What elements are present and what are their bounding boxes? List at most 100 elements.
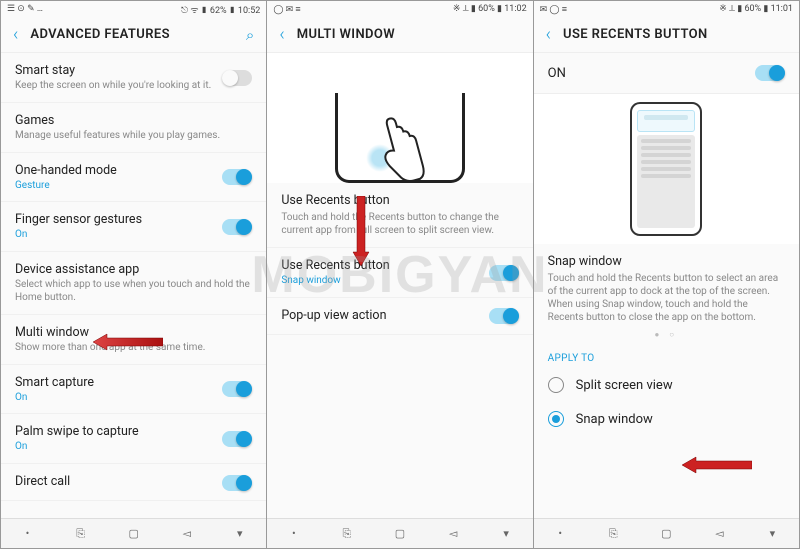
row-title: Smart stay [15, 63, 214, 78]
page-title: MULTI WINDOW [297, 27, 395, 42]
row-use-recents[interactable]: Use Recents buttonSnap window [267, 248, 532, 298]
row-smart-stay[interactable]: Smart stay Keep the screen on while you'r… [1, 53, 266, 103]
nav-recents[interactable]: ⎘ [320, 527, 373, 541]
toggle-use-recents[interactable] [489, 265, 519, 281]
row-title: Use Recents button [281, 258, 480, 273]
phone-preview-icon [630, 102, 702, 236]
panel-multi-window: ◯ ✉ ≡ ※ ⟂ ▮ 60% ▮ 11:02 ‹ MULTI WINDOW U… [267, 1, 532, 548]
nav-home[interactable]: ▢ [640, 527, 693, 540]
nav-bar: • ⎘ ▢ ◅ ▾ [267, 518, 532, 548]
row-games[interactable]: Games Manage useful features while you pl… [1, 103, 266, 153]
row-sub: Gesture [15, 180, 214, 193]
content: Use Recents button Touch and hold the Re… [267, 53, 532, 518]
row-sub: Manage useful features while you play ga… [15, 130, 252, 143]
nav-recents[interactable]: ⎘ [54, 527, 107, 541]
row-sub: On [15, 441, 214, 454]
status-right: ※ ⟂ ▮ 60% ▮ 11:01 [719, 4, 793, 14]
nav-bar: • ⎘ ▢ ◅ ▾ [534, 518, 799, 548]
row-sub: On [15, 229, 214, 242]
toggle-smart-capture[interactable] [222, 381, 252, 397]
status-right: ⎋ ᯤ ▮ 62% ▮ 10:52 [181, 3, 260, 16]
row-title: Games [15, 113, 252, 128]
row-title: Palm swipe to capture [15, 424, 214, 439]
status-left-icons: ☰ ⊙ ✎ … [7, 4, 43, 14]
nav-home[interactable]: ▢ [373, 527, 426, 540]
toggle-one-handed[interactable] [222, 169, 252, 185]
row-title: Device assistance app [15, 262, 252, 277]
nav-down[interactable]: ▾ [213, 527, 266, 540]
apply-to-label: APPLY TO [534, 343, 799, 368]
row-finger-sensor[interactable]: Finger sensor gesturesOn [1, 202, 266, 252]
page-title: ADVANCED FEATURES [30, 27, 170, 42]
app-bar: ‹ USE RECENTS BUTTON [534, 17, 799, 53]
description: Snap window Touch and hold the Recents b… [534, 244, 799, 328]
nav-dot[interactable]: • [267, 527, 320, 540]
row-multi-window[interactable]: Multi window Show more than one app at th… [1, 315, 266, 365]
row-sub: On [15, 392, 214, 405]
nav-down[interactable]: ▾ [480, 527, 533, 540]
panel-advanced-features: ☰ ⊙ ✎ … ⎋ ᯤ ▮ 62% ▮ 10:52 ‹ ADVANCED FEA… [1, 1, 266, 548]
description-title: Snap window [548, 254, 785, 269]
row-one-handed[interactable]: One-handed mode Gesture [1, 153, 266, 203]
back-icon[interactable]: ‹ [546, 24, 551, 45]
radio-icon[interactable] [548, 411, 564, 427]
row-popup-view[interactable]: Pop-up view action [267, 298, 532, 335]
content: ON Snap window Touch and hold the Recent… [534, 53, 799, 518]
row-title: Direct call [15, 474, 214, 489]
row-direct-call[interactable]: Direct call [1, 464, 266, 501]
nav-recents[interactable]: ⎘ [587, 527, 640, 541]
toggle-finger-sensor[interactable] [222, 219, 252, 235]
row-title: One-handed mode [15, 163, 214, 178]
app-bar: ‹ ADVANCED FEATURES ⌕ [1, 17, 266, 53]
illustration [534, 94, 799, 244]
row-palm-swipe[interactable]: Palm swipe to capture On [1, 414, 266, 464]
search-icon[interactable]: ⌕ [246, 26, 254, 44]
description-body: Touch and hold the Recents button to cha… [281, 211, 518, 237]
toggle-palm-swipe[interactable] [222, 431, 252, 447]
page-indicator: ● ○ [534, 328, 799, 343]
status-left-icons: ◯ ✉ ≡ [273, 4, 300, 15]
option-snap-window[interactable]: Snap window [534, 402, 799, 436]
status-bar: ☰ ⊙ ✎ … ⎋ ᯤ ▮ 62% ▮ 10:52 [1, 1, 266, 17]
back-icon[interactable]: ‹ [279, 24, 284, 45]
row-device-assistance[interactable]: Device assistance app Select which app to… [1, 252, 266, 315]
status-right: ※ ⟂ ▮ 60% ▮ 11:02 [453, 4, 527, 14]
app-bar: ‹ MULTI WINDOW [267, 17, 532, 53]
description-body: Touch and hold the Recents button to sel… [548, 272, 785, 324]
back-icon[interactable]: ‹ [13, 24, 18, 45]
panel-use-recents-button: ✉ ◯ ≡ ※ ⟂ ▮ 60% ▮ 11:01 ‹ USE RECENTS BU… [534, 1, 799, 548]
radio-icon[interactable] [548, 377, 564, 393]
settings-list: Smart stay Keep the screen on while you'r… [1, 53, 266, 518]
nav-dot[interactable]: • [534, 527, 587, 540]
row-smart-capture[interactable]: Smart capture On [1, 365, 266, 415]
nav-back[interactable]: ◅ [693, 527, 746, 540]
nav-dot[interactable]: • [1, 527, 54, 540]
description-title: Use Recents button [281, 193, 518, 208]
toggle-master[interactable] [755, 65, 785, 81]
nav-back[interactable]: ◅ [427, 527, 480, 540]
status-bar: ✉ ◯ ≡ ※ ⟂ ▮ 60% ▮ 11:01 [534, 1, 799, 17]
status-left-icons: ✉ ◯ ≡ [540, 4, 567, 15]
row-sub: Select which app to use when you touch a… [15, 279, 252, 305]
description: Use Recents button Touch and hold the Re… [267, 183, 532, 248]
row-sub: Show more than one app at the same time. [15, 342, 252, 355]
status-bar: ◯ ✉ ≡ ※ ⟂ ▮ 60% ▮ 11:02 [267, 1, 532, 17]
toggle-direct-call[interactable] [222, 475, 252, 491]
nav-back[interactable]: ◅ [160, 527, 213, 540]
toggle-smart-stay[interactable] [222, 70, 252, 86]
option-label: Snap window [576, 412, 653, 427]
on-label: ON [548, 66, 566, 81]
row-title: Pop-up view action [281, 308, 480, 323]
toggle-popup-view[interactable] [489, 308, 519, 324]
nav-home[interactable]: ▢ [107, 527, 160, 540]
page-title: USE RECENTS BUTTON [563, 27, 708, 42]
row-title: Smart capture [15, 375, 214, 390]
row-sub: Keep the screen on while you're looking … [15, 80, 214, 93]
nav-bar: • ⎘ ▢ ◅ ▾ [1, 518, 266, 548]
row-title: Multi window [15, 325, 252, 340]
nav-down[interactable]: ▾ [746, 527, 799, 540]
option-split-screen[interactable]: Split screen view [534, 368, 799, 402]
master-toggle-row[interactable]: ON [534, 53, 799, 94]
option-label: Split screen view [576, 378, 673, 393]
illustration [267, 53, 532, 183]
